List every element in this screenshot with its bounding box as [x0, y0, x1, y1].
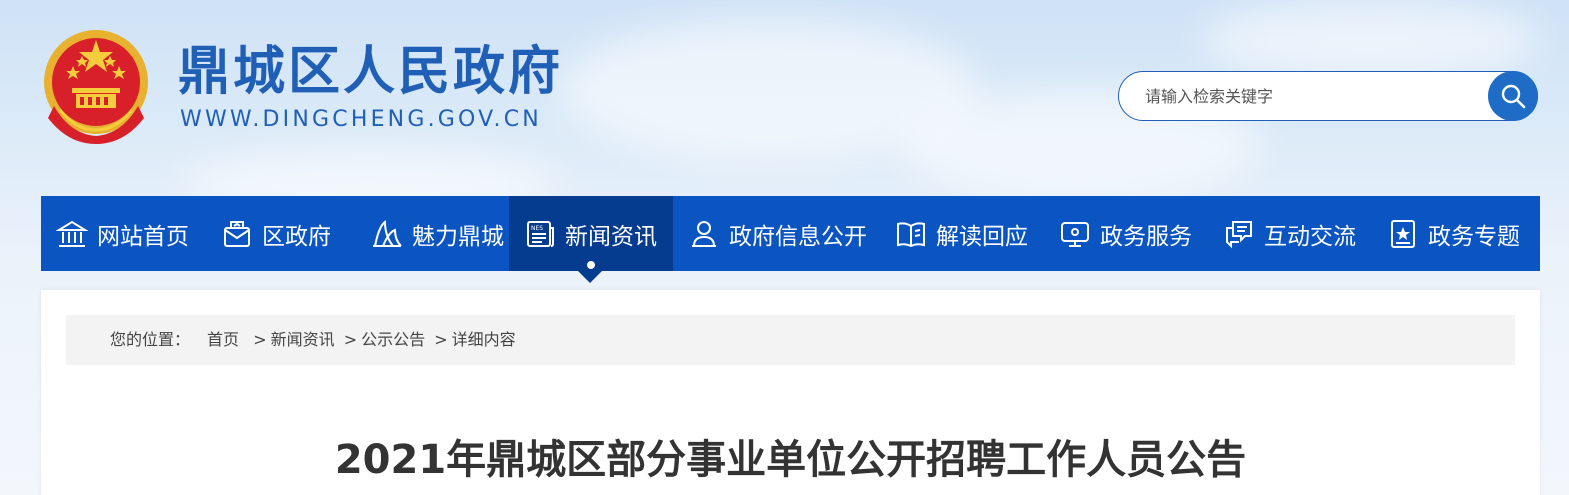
nav-item-label: 互动交流 [1264, 223, 1356, 250]
nav-item-home[interactable]: 网站首页 [41, 196, 206, 271]
nav-item-interaction[interactable]: 互动交流 [1208, 196, 1372, 271]
breadcrumb-current: 详细内容 [451, 330, 516, 349]
nav-item-label: 新闻资讯 [565, 223, 657, 250]
opera-house-icon [370, 217, 404, 251]
news-icon: NES [523, 217, 557, 251]
nav-item-government-services[interactable]: 政务服务 [1044, 196, 1208, 271]
nav-item-district-government[interactable]: 区政府 [206, 196, 356, 271]
search-button[interactable] [1488, 71, 1538, 121]
person-icon [687, 217, 721, 251]
active-nav-pointer [578, 271, 602, 283]
nav-item-interpretation-response[interactable]: 解读回应 [880, 196, 1044, 271]
national-emblem-logo[interactable] [40, 26, 152, 144]
breadcrumb-home-link[interactable]: 首页 [207, 330, 239, 349]
search-box [1118, 71, 1538, 121]
nav-item-label: 政务服务 [1100, 223, 1192, 250]
book-icon [894, 217, 928, 251]
nav-item-charm-dingcheng[interactable]: 魅力鼎城 [356, 196, 509, 271]
breadcrumb-separator: > [248, 330, 267, 349]
search-icon [1501, 84, 1526, 109]
breadcrumb-prefix: 您的位置： [110, 330, 191, 349]
main-nav: 网站首页 区政府 魅力鼎城 NES 新闻资讯 政府信息公开 解读回应 政务服务 … [41, 196, 1540, 271]
nav-item-news[interactable]: NES 新闻资讯 [509, 196, 673, 271]
nav-item-government-information[interactable]: 政府信息公开 [673, 196, 880, 271]
nav-item-special-topics[interactable]: 政务专题 [1372, 196, 1540, 271]
monitor-icon [1058, 217, 1092, 251]
search-input[interactable] [1143, 72, 1477, 121]
breadcrumb-notice-link[interactable]: 公示公告 [361, 330, 425, 349]
envelope-icon [220, 217, 254, 251]
nav-item-label: 解读回应 [936, 223, 1028, 250]
chat-icon [1222, 217, 1256, 251]
background-cloud [1200, 0, 1540, 80]
breadcrumb-separator: > [343, 330, 358, 349]
nav-item-label: 魅力鼎城 [412, 223, 504, 250]
breadcrumb-news-link[interactable]: 新闻资讯 [271, 330, 335, 349]
nav-item-label: 政府信息公开 [729, 223, 867, 250]
nav-item-label: 区政府 [262, 223, 331, 250]
site-domain: WWW.DINGCHENG.GOV.CN [180, 107, 542, 132]
breadcrumb: 您的位置： 首页 > 新闻资讯 > 公示公告 > 详细内容 [66, 315, 1515, 365]
museum-icon [55, 217, 89, 251]
svg-text:NES: NES [531, 225, 543, 232]
article-title: 2021年鼎城区部分事业单位公开招聘工作人员公告 [334, 437, 1247, 483]
breadcrumb-separator: > [434, 330, 448, 349]
content-panel: 您的位置： 首页 > 新闻资讯 > 公示公告 > 详细内容 2021年鼎城区部分事业单… [41, 290, 1540, 495]
nav-item-label: 网站首页 [97, 223, 189, 250]
site-title: 鼎城区人民政府 [178, 42, 564, 102]
nav-item-label: 政务专题 [1428, 223, 1520, 250]
star-board-icon [1386, 217, 1420, 251]
